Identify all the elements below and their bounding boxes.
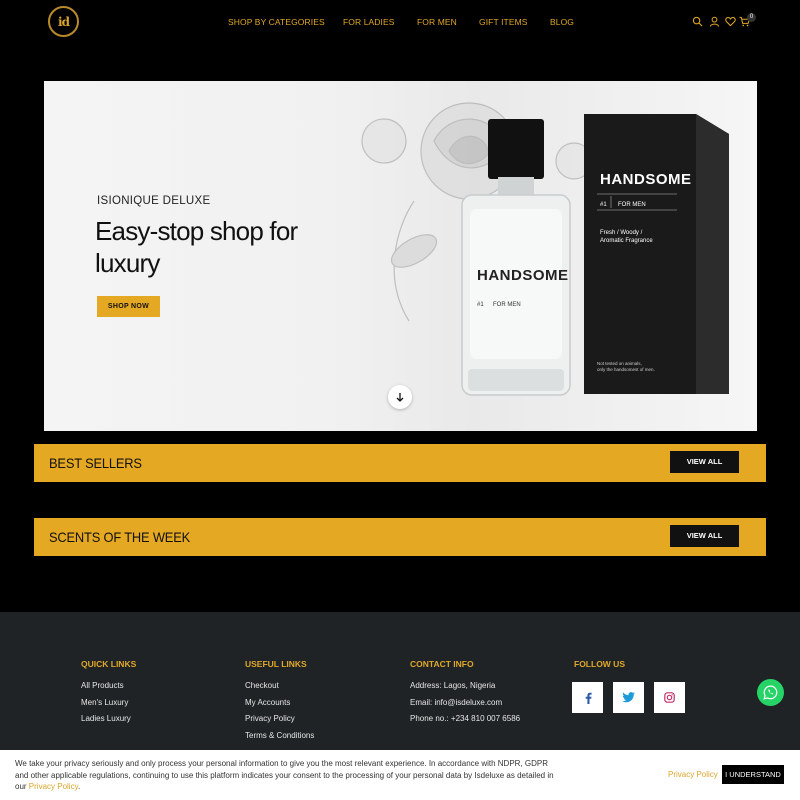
cookie-text: We take your privacy seriously and only …: [15, 759, 554, 791]
nav-gift-items[interactable]: GIFT ITEMS: [479, 17, 528, 27]
whatsapp-chat-button[interactable]: [757, 679, 784, 706]
footer-link-terms[interactable]: Terms & Conditions: [245, 731, 314, 740]
follow-us-column: FOLLOW US: [574, 659, 625, 681]
facebook-button[interactable]: [572, 682, 603, 713]
footer-link-mens-luxury[interactable]: Men's Luxury: [81, 698, 136, 707]
scroll-down-button[interactable]: [388, 385, 412, 409]
contact-phone[interactable]: Phone no.: +234 810 007 6586: [410, 714, 520, 723]
perfume-box: [584, 114, 729, 394]
nav-for-men[interactable]: FOR MEN: [417, 17, 457, 27]
box-label-for: FOR MEN: [618, 202, 646, 208]
best-sellers-title: BEST SELLERS: [49, 455, 142, 471]
contact-email[interactable]: Email: info@isdeluxe.com: [410, 698, 520, 707]
facebook-icon: [585, 692, 592, 704]
cookie-message: We take your privacy seriously and only …: [15, 758, 560, 793]
instagram-icon: [664, 692, 675, 703]
footer-link-ladies-luxury[interactable]: Ladies Luxury: [81, 714, 136, 723]
best-sellers-bar: BEST SELLERS VIEW ALL: [34, 444, 766, 482]
shop-now-button[interactable]: SHOP NOW: [97, 296, 160, 317]
quick-links-column: QUICK LINKS All Products Men's Luxury La…: [81, 659, 136, 731]
search-icon[interactable]: [692, 16, 703, 27]
bottle-label-name: HANDSOME: [477, 267, 569, 284]
page: id SHOP BY CATEGORIES FOR LADIES FOR MEN…: [0, 0, 800, 800]
box-fine-print-line1: Not tested on animals,: [597, 361, 642, 366]
contact-address: Address: Lagos, Nigeria: [410, 681, 496, 690]
instagram-button[interactable]: [654, 682, 685, 713]
follow-us-heading: FOLLOW US: [574, 659, 625, 669]
box-label-number: #1: [600, 202, 607, 208]
scents-of-week-bar: SCENTS OF THE WEEK VIEW ALL: [34, 518, 766, 556]
cookie-accept-button[interactable]: I UNDERSTAND: [722, 765, 784, 784]
heart-icon[interactable]: [725, 16, 736, 27]
twitter-button[interactable]: [613, 682, 644, 713]
contact-info-column: CONTACT INFO Address: Lagos, Nigeria Ema…: [410, 659, 520, 731]
cookie-inline-privacy-link[interactable]: Privacy Policy: [29, 782, 78, 791]
box-label-name: HANDSOME: [600, 171, 692, 188]
contact-info-heading: CONTACT INFO: [410, 659, 474, 669]
arrow-down-icon: [396, 393, 404, 402]
useful-links-column: USEFUL LINKS Checkout My Accounts Privac…: [245, 659, 314, 747]
hero-banner: ISIONIQUE DELUXE Easy-stop shop for luxu…: [44, 81, 757, 431]
best-sellers-view-all-button[interactable]: VIEW ALL: [670, 451, 739, 473]
box-fine-print-line2: only the handsomest of men.: [597, 367, 655, 372]
nav-for-ladies[interactable]: FOR LADIES: [343, 17, 395, 27]
nav-blog[interactable]: BLOG: [550, 17, 574, 27]
site-header: id SHOP BY CATEGORIES FOR LADIES FOR MEN…: [0, 0, 800, 44]
cart-count-badge: 0: [747, 13, 756, 22]
bottle-label-number: #1: [477, 302, 484, 308]
twitter-icon: [622, 692, 635, 703]
quick-links-heading: QUICK LINKS: [81, 659, 137, 669]
cookie-privacy-policy-link[interactable]: Privacy Policy: [668, 770, 718, 779]
hero-title: Easy-stop shop for luxury: [95, 216, 298, 278]
nav-shop-by-categories[interactable]: SHOP BY CATEGORIES: [228, 17, 325, 27]
footer-link-checkout[interactable]: Checkout: [245, 681, 314, 690]
perfume-bottle: [461, 119, 571, 396]
box-notes-line1: Fresh / Woody /: [600, 230, 643, 236]
bottle-label-for: FOR MEN: [493, 302, 521, 308]
whatsapp-icon: [763, 685, 778, 700]
hero-brand: ISIONIQUE DELUXE: [97, 195, 211, 207]
footer-link-my-accounts[interactable]: My Accounts: [245, 698, 314, 707]
scents-of-week-title: SCENTS OF THE WEEK: [49, 529, 191, 545]
scents-of-week-view-all-button[interactable]: VIEW ALL: [670, 525, 739, 547]
footer-link-all-products[interactable]: All Products: [81, 681, 136, 690]
box-notes-line2: Aromatic Fragrance: [600, 238, 653, 244]
main-nav: SHOP BY CATEGORIES FOR LADIES FOR MEN GI…: [0, 17, 800, 29]
useful-links-heading: USEFUL LINKS: [245, 659, 307, 669]
cookie-period: .: [78, 782, 81, 791]
footer-link-privacy-policy[interactable]: Privacy Policy: [245, 714, 314, 723]
user-icon[interactable]: [709, 16, 720, 27]
